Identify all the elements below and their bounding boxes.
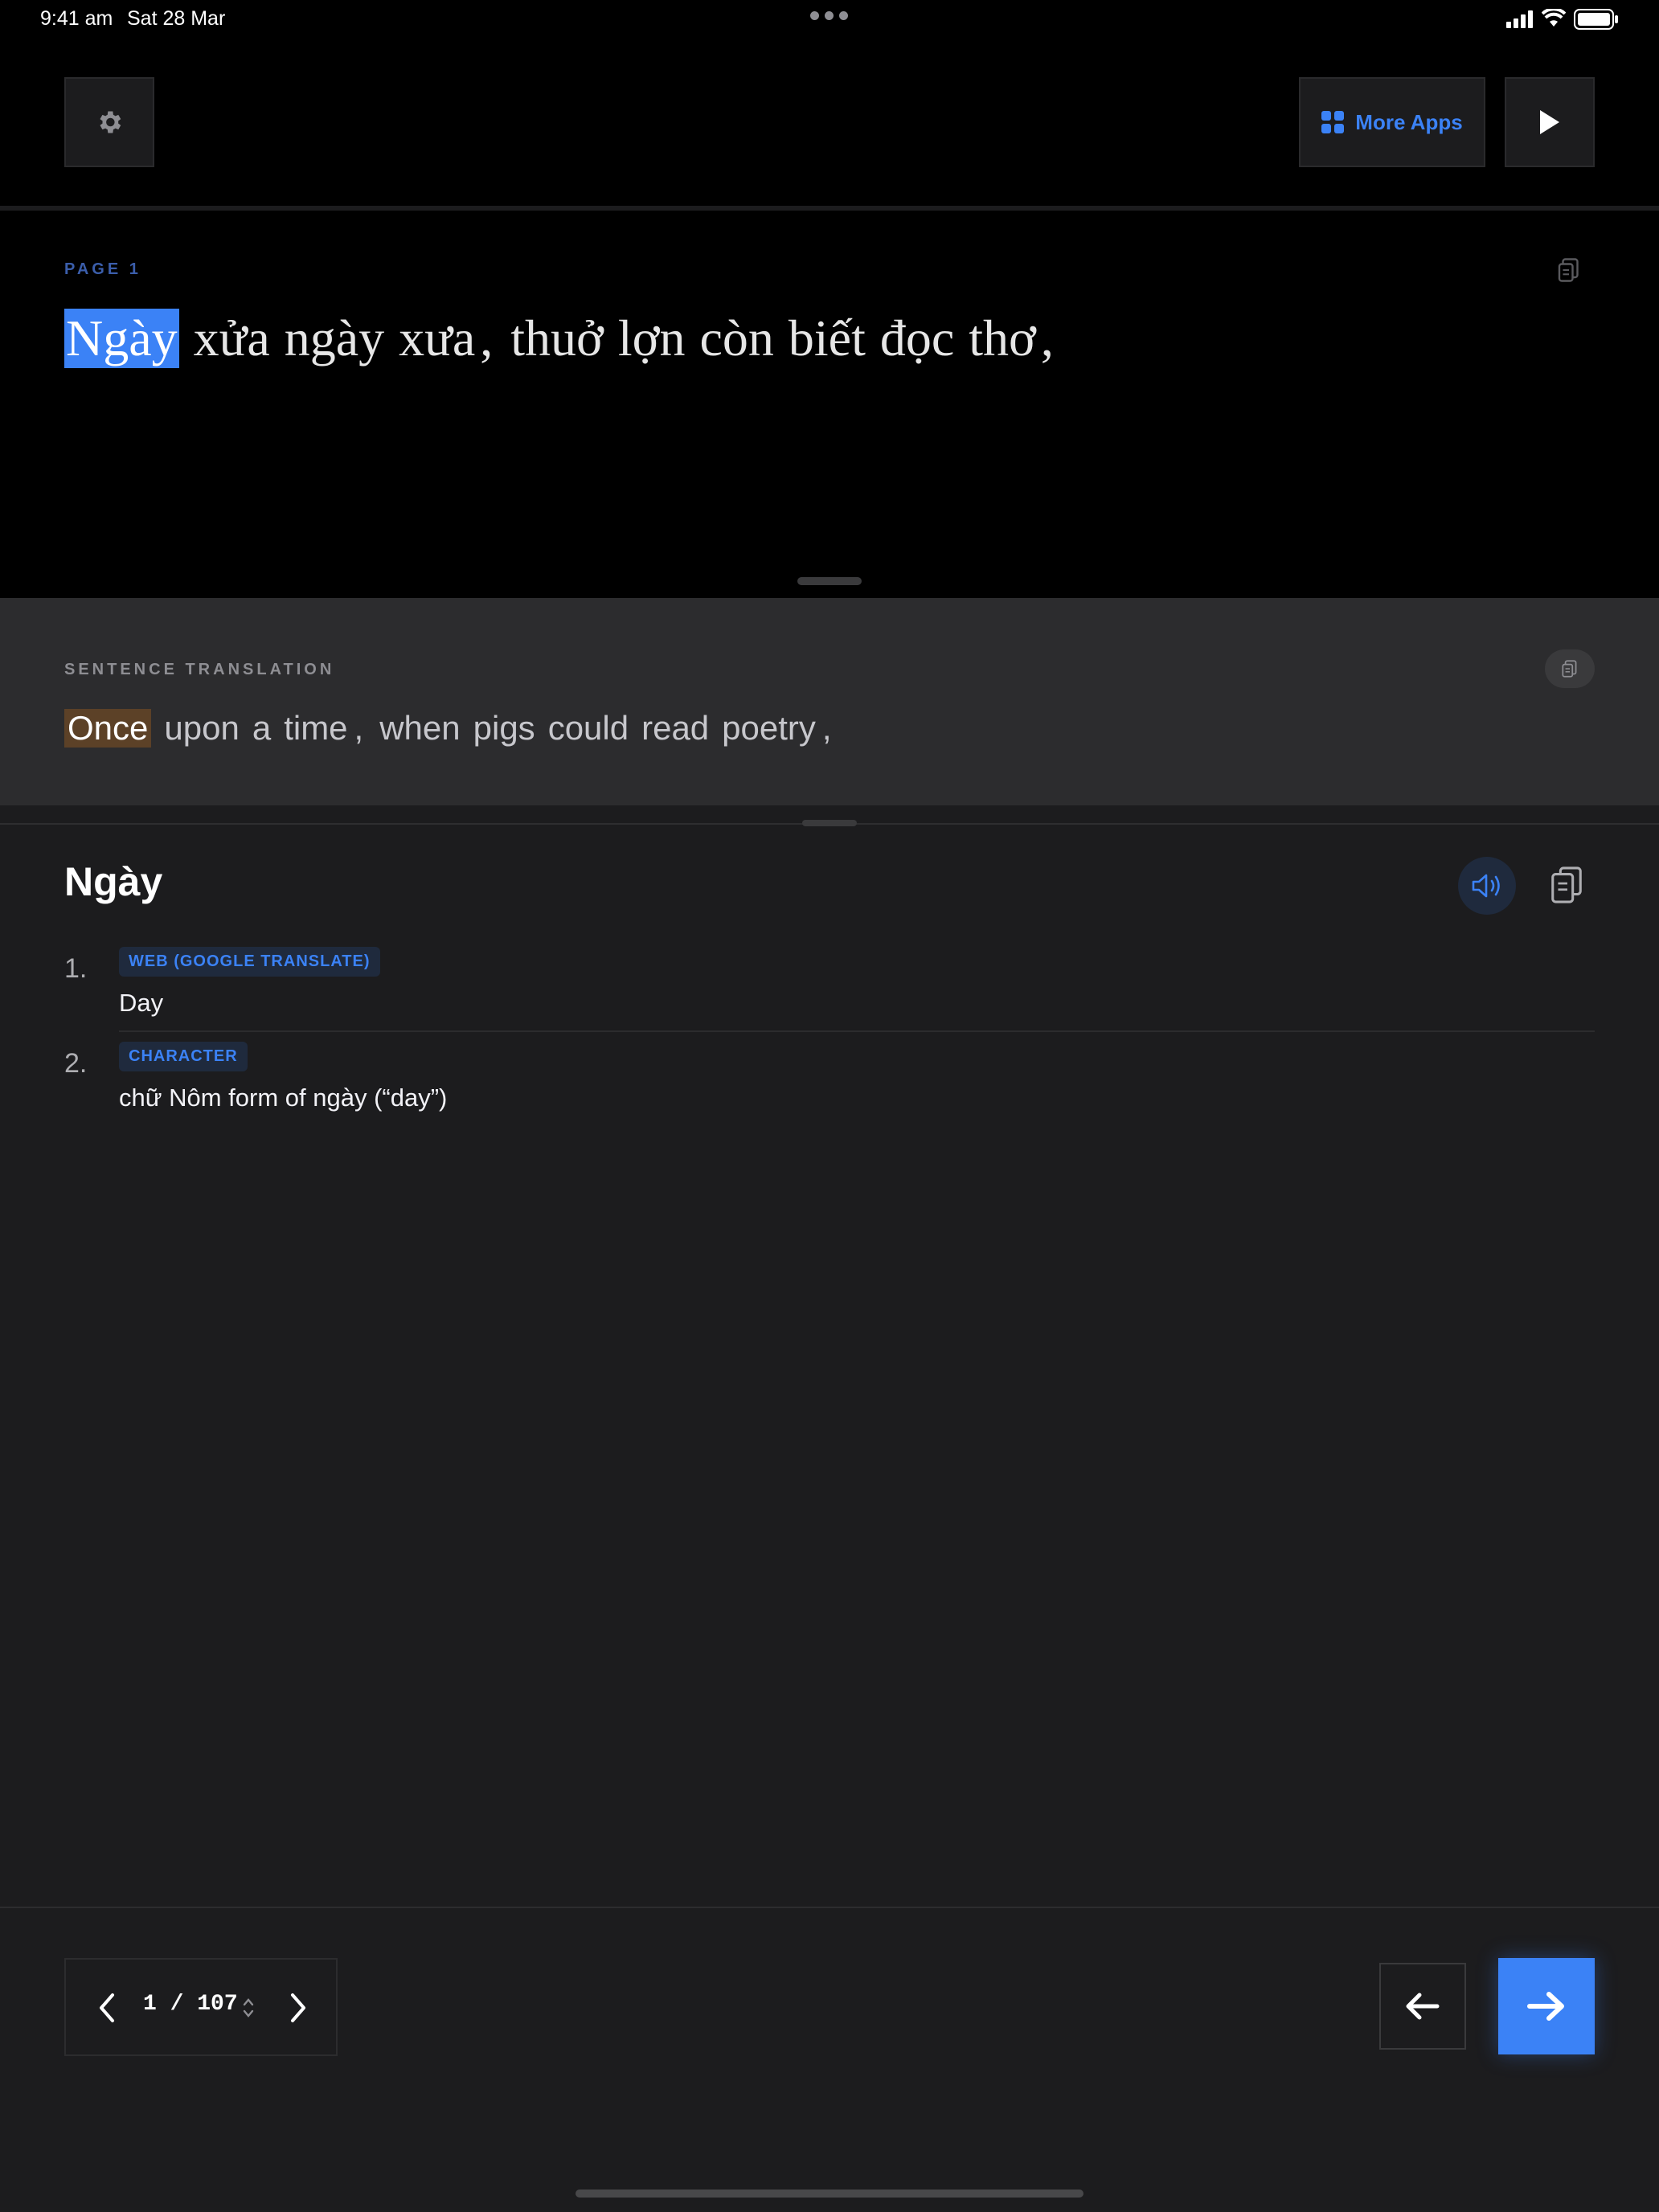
multitasking-dots-icon[interactable] xyxy=(810,11,849,21)
page-navigator: 1 / 107 xyxy=(64,1958,338,2056)
source-punctuation: , xyxy=(480,309,494,367)
page-label: PAGE 1 xyxy=(64,260,141,278)
translation-word[interactable]: Once xyxy=(64,709,152,748)
translation-label: SENTENCE TRANSLATION xyxy=(64,661,335,678)
chevron-left-icon[interactable] xyxy=(92,1990,124,2026)
translation-word[interactable]: when xyxy=(379,709,460,748)
translation-punctuation: , xyxy=(354,709,364,747)
source-word[interactable]: còn xyxy=(699,309,773,368)
arrow-right-icon xyxy=(1527,1992,1564,2021)
entry-source-tag: CHARACTER xyxy=(119,1042,248,1071)
reader-panel: 9:41 am Sat 28 Mar More Apps PAGE 1 Ngày… xyxy=(0,0,1659,598)
pronounce-button[interactable] xyxy=(1458,857,1516,915)
source-word[interactable]: xưa xyxy=(399,309,475,368)
dictionary-entry: 2. CHARACTER chữ Nôm form of ngày (“day”… xyxy=(64,1042,1595,1122)
copy-icon[interactable] xyxy=(1555,256,1583,285)
chevron-up-down-icon[interactable] xyxy=(241,1995,256,2021)
bottom-divider xyxy=(0,1907,1659,1908)
translation-word[interactable]: poetry xyxy=(722,709,816,748)
battery-icon xyxy=(1574,9,1618,30)
next-word-button[interactable] xyxy=(1498,1958,1595,2054)
more-apps-button[interactable]: More Apps xyxy=(1299,77,1485,167)
entry-source-tag: WEB (GOOGLE TRANSLATE) xyxy=(119,947,380,977)
source-word[interactable]: xửa xyxy=(194,309,270,368)
copy-icon[interactable] xyxy=(1548,865,1585,905)
speaker-icon xyxy=(1472,874,1500,898)
translation-word[interactable]: pigs xyxy=(473,709,535,748)
chevron-right-icon[interactable] xyxy=(281,1990,313,2026)
source-word[interactable]: biết xyxy=(789,309,866,368)
translation-word[interactable]: upon xyxy=(164,709,239,748)
translation-copy-button[interactable] xyxy=(1545,649,1595,688)
signal-icon xyxy=(1506,10,1533,28)
gear-icon xyxy=(100,111,121,133)
status-indicators xyxy=(1506,8,1619,31)
source-word[interactable]: thơ xyxy=(969,309,1036,368)
play-button[interactable] xyxy=(1505,77,1595,167)
play-icon xyxy=(1540,110,1559,134)
more-apps-label: More Apps xyxy=(1355,109,1463,134)
source-word[interactable]: thuở xyxy=(510,309,604,368)
status-time: 9:41 am xyxy=(40,7,113,30)
panel-resize-handle[interactable] xyxy=(797,577,862,585)
arrow-left-icon xyxy=(1406,1993,1440,2020)
home-indicator[interactable] xyxy=(576,2189,1083,2198)
previous-word-button[interactable] xyxy=(1379,1963,1466,2050)
page-count[interactable]: 1 / 107 xyxy=(143,1992,238,2017)
translation-punctuation: , xyxy=(821,709,832,747)
wifi-icon xyxy=(1542,9,1566,27)
entry-number: 2. xyxy=(64,1048,88,1079)
translation-word[interactable]: read xyxy=(641,709,709,748)
copy-icon xyxy=(1562,660,1577,678)
panel-resize-handle[interactable] xyxy=(802,820,857,826)
entry-number: 1. xyxy=(64,953,88,984)
toolbar-divider xyxy=(0,206,1659,211)
source-punctuation: , xyxy=(1040,309,1054,367)
entry-definition: Day xyxy=(119,989,164,1017)
translation-word[interactable]: a xyxy=(252,709,271,748)
entry-definition: chữ Nôm form of ngày (“day”) xyxy=(119,1083,448,1112)
current-page: 1 xyxy=(143,1992,157,2017)
translated-sentence: Once upon a time, when pigs could read poetry, xyxy=(64,703,848,754)
source-word[interactable]: ngày xyxy=(285,309,384,368)
source-sentence: Ngày xửa ngày xưa, thuở lợn còn biết đọc thơ, xyxy=(64,304,1071,373)
grid-icon xyxy=(1321,111,1345,133)
settings-button[interactable] xyxy=(64,77,154,167)
page-separator: / xyxy=(170,1992,184,2017)
translation-word[interactable]: time xyxy=(284,709,347,748)
source-word[interactable]: Ngày xyxy=(64,309,179,368)
dictionary-entry: 1. WEB (GOOGLE TRANSLATE) Day xyxy=(64,947,1595,1035)
dictionary-headword: Ngày xyxy=(64,859,163,904)
translation-panel: SENTENCE TRANSLATION Once upon a time, when p… xyxy=(0,598,1659,805)
status-bar: 9:41 am Sat 28 Mar xyxy=(0,0,1659,39)
entry-divider xyxy=(119,1030,1595,1032)
translation-word[interactable]: could xyxy=(548,709,629,748)
source-word[interactable]: đọc xyxy=(880,309,954,368)
source-word[interactable]: lợn xyxy=(618,309,686,368)
total-pages: 107 xyxy=(197,1992,238,2017)
status-date: Sat 28 Mar xyxy=(127,7,226,30)
